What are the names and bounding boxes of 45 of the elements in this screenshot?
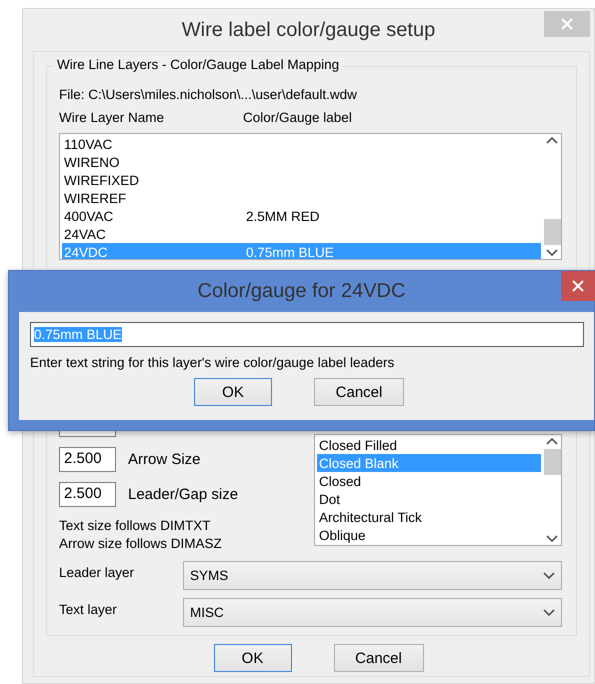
close-icon [561, 18, 573, 30]
scrollbar[interactable] [543, 435, 561, 545]
ok-button[interactable]: OK [214, 644, 292, 672]
arrow-style-item[interactable]: Dot [317, 490, 541, 508]
hint-text: Enter text string for this layer's wire color/gauge label leaders [30, 355, 396, 370]
layer-row[interactable]: 24VAC [62, 225, 541, 243]
dropdown-icon[interactable] [543, 572, 555, 580]
close-button[interactable] [561, 271, 595, 301]
arrow-style-item[interactable]: Closed Filled [317, 436, 541, 454]
ok-button[interactable]: OK [194, 378, 272, 406]
layer-row[interactable]: WIRENO [62, 153, 541, 171]
size-label: Leader/Gap size [128, 486, 238, 503]
cancel-button[interactable]: Cancel [334, 644, 424, 672]
scroll-up-icon[interactable] [546, 136, 558, 144]
dialog-title: Color/gauge for 24VDC [198, 280, 406, 303]
scroll-down-icon[interactable] [546, 249, 558, 257]
group-title: Wire Line Layers - Color/Gauge Label Mapping [53, 57, 344, 72]
column-header: Color/Gauge label [243, 110, 353, 125]
layer-row[interactable]: 400VAC 2.5MM RED [62, 207, 541, 225]
scroll-thumb[interactable] [544, 449, 560, 475]
layer-dropdown[interactable]: MISC [183, 598, 562, 627]
close-icon [572, 280, 584, 292]
layer-row[interactable]: WIREFIXED [62, 171, 541, 189]
arrow-style-item[interactable]: Closed [317, 472, 541, 490]
layer-row[interactable]: 110VAC [62, 135, 541, 153]
arrow-style-item[interactable]: Oblique [317, 526, 541, 544]
layer-row[interactable]: WIREREF [62, 189, 541, 207]
cancel-button[interactable]: Cancel [314, 378, 404, 406]
arrow-style-item[interactable]: Architectural Tick [317, 508, 541, 526]
scroll-thumb[interactable] [544, 219, 560, 245]
file-path: File: C:\Users\miles.nicholson\...\user\default.wdw [59, 87, 358, 102]
scroll-down-icon[interactable] [546, 535, 558, 543]
scrollbar[interactable] [543, 134, 561, 259]
note-text: Arrow size follows DIMASZ [59, 535, 223, 553]
scroll-up-icon[interactable] [546, 437, 558, 445]
size-label: Arrow Size [128, 451, 201, 468]
dropdown-icon[interactable] [543, 608, 555, 616]
note-text: Text size follows DIMTXT [59, 517, 212, 535]
layer-dropdown[interactable]: SYMS [183, 561, 562, 590]
combo-label: Text layer [59, 601, 118, 617]
column-header: Wire Layer Name [59, 110, 166, 125]
window-title: Wire label color/gauge setup [182, 18, 436, 42]
combo-label: Leader layer [59, 564, 136, 580]
size-field[interactable]: 2.500 [59, 482, 116, 507]
size-field[interactable]: 2.500 [59, 447, 116, 472]
